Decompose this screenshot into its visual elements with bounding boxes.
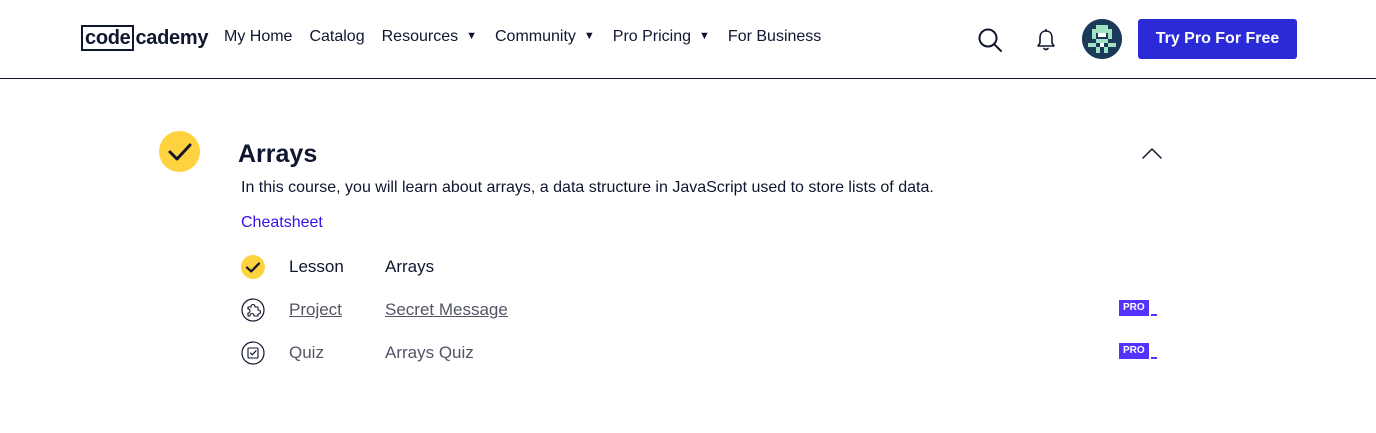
item-type: Lesson: [289, 257, 344, 276]
check-icon: [241, 255, 265, 279]
nav-label: Resources: [381, 28, 459, 45]
project-name-link[interactable]: Secret Message: [385, 300, 508, 320]
module-description: In this course, you will learn about arr…: [241, 179, 934, 196]
user-avatar[interactable]: [1082, 19, 1122, 59]
try-pro-button[interactable]: Try Pro For Free: [1138, 19, 1297, 59]
logo-rest-text: cademy: [135, 26, 209, 49]
bell-icon[interactable]: [1035, 28, 1057, 52]
nav-resources[interactable]: Resources ▼: [382, 28, 477, 46]
quiz-icon: [241, 341, 265, 365]
caret-down-icon: ▼: [699, 30, 710, 42]
puzzle-icon: [241, 298, 265, 322]
caret-down-icon: ▼: [583, 30, 595, 42]
cheatsheet-link[interactable]: Cheatsheet: [241, 214, 323, 232]
nav-my-home[interactable]: My Home: [224, 28, 292, 46]
nav-catalog[interactable]: Catalog: [309, 28, 364, 46]
nav-label: For Business: [727, 28, 822, 45]
search-icon[interactable]: [977, 27, 1003, 53]
content-item-row[interactable]: Lesson Arrays: [241, 255, 1161, 279]
item-name: Arrays Quiz: [385, 343, 474, 362]
item-name: Arrays: [385, 257, 435, 276]
nav-label: My Home: [224, 28, 293, 45]
pro-badge: PRO: [1119, 300, 1157, 316]
project-type-link[interactable]: Project: [289, 300, 342, 320]
nav-community[interactable]: Community ▼: [495, 28, 595, 46]
nav-pro-pricing[interactable]: Pro Pricing ▼: [613, 28, 710, 46]
chevron-up-icon[interactable]: [1141, 145, 1163, 161]
avatar-pixel-icon: [1082, 19, 1122, 59]
nav-for-business[interactable]: For Business: [728, 28, 821, 46]
caret-down-icon: ▼: [466, 30, 477, 42]
codecademy-logo[interactable]: code cademy: [81, 25, 208, 51]
nav-label: Community: [494, 28, 576, 45]
nav-label: Pro Pricing: [612, 28, 692, 45]
logo-boxed-text: code: [81, 25, 135, 51]
content-item-row[interactable]: Project Secret Message PRO: [241, 298, 1161, 322]
check-icon: [168, 143, 191, 160]
content-item-row[interactable]: Quiz Arrays Quiz PRO: [241, 341, 1161, 365]
main-nav: My Home Catalog Resources ▼ Community ▼ …: [224, 28, 838, 46]
item-type: Quiz: [289, 343, 324, 362]
module-complete-badge: [159, 131, 200, 172]
top-navbar: code cademy My Home Catalog Resources ▼ …: [0, 0, 1376, 79]
module-title: Arrays: [238, 140, 318, 168]
pro-badge: PRO: [1119, 343, 1157, 359]
nav-label: Catalog: [309, 28, 365, 45]
